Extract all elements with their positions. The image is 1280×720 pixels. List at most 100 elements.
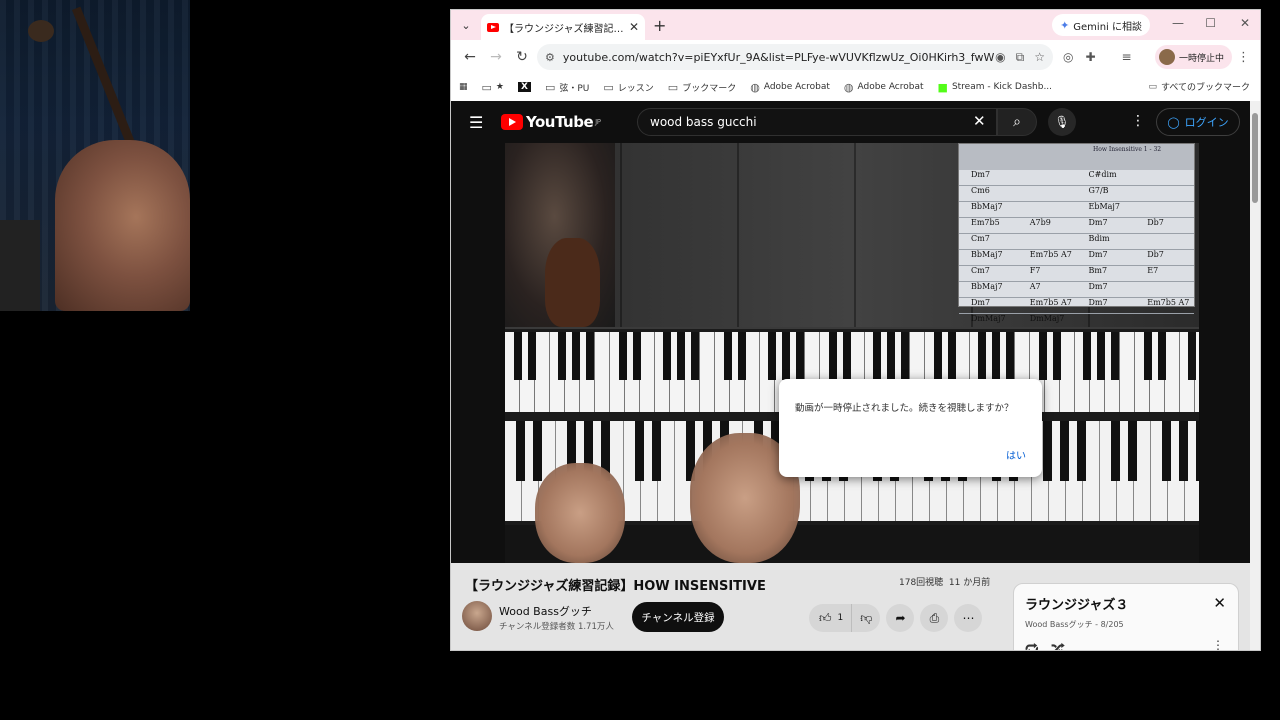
chord-cell: BbMaj7 <box>971 202 1003 211</box>
chord-cell: A7b9 <box>1029 218 1051 227</box>
close-tab-icon[interactable]: ✕ <box>629 20 639 34</box>
tab-search-button[interactable]: ⌄ <box>453 13 479 37</box>
folder-icon: ▭ <box>544 80 556 94</box>
chord-cell: Em7b5 A7 <box>1029 250 1072 259</box>
forward-button[interactable]: → <box>483 44 509 70</box>
playlist-owner[interactable]: Wood Bassグッチ <box>1025 620 1093 629</box>
playlist-panel: ラウンジジャズ３ Wood Bassグッチ - 8/205 ✕ 🔁︎ 🔀︎ ⋮ <box>1013 583 1239 650</box>
bookmark-x[interactable]: X <box>518 82 531 92</box>
minimize-icon[interactable]: — <box>1172 16 1184 30</box>
pianist-hands <box>525 433 805 563</box>
bassist-thumbnail <box>505 143 615 327</box>
youtube-logo[interactable]: YouTube JP <box>501 113 601 131</box>
chord-cell <box>1077 314 1136 329</box>
youtube-page: ☰ YouTube JP wood bass gucchi ✕ ⌕ 🎙 ⋮ ◯ ログ… <box>451 101 1251 650</box>
bookmark-label: レッスン <box>617 83 654 94</box>
extension-record-icon[interactable]: ◎ <box>1063 50 1073 64</box>
clear-search-icon[interactable]: ✕ <box>973 112 986 130</box>
browser-menu-icon[interactable]: ⋮ <box>1237 50 1250 65</box>
like-button[interactable]: 👍︎ 1 <box>809 604 852 632</box>
x-logo-icon: X <box>518 82 531 92</box>
playlist-more-icon[interactable]: ⋮ <box>1212 638 1224 650</box>
hamburger-menu-icon[interactable]: ☰ <box>469 113 483 132</box>
bookmark-lessons[interactable]: ▭ レッスン <box>603 81 653 94</box>
chord-cell <box>1135 282 1194 297</box>
chord-row: BbMaj7 EbMaj7 <box>959 202 1194 218</box>
bookmark-label: ★ <box>495 82 504 92</box>
close-playlist-icon[interactable]: ✕ <box>1213 594 1226 612</box>
chord-cell: Em7b5 A7 <box>1147 298 1190 307</box>
playlist-title[interactable]: ラウンジジャズ３ <box>1025 594 1128 613</box>
chord-cell <box>1018 234 1077 249</box>
google-lens-icon[interactable]: ◉ <box>995 50 1005 65</box>
dislike-button[interactable]: 👎︎ <box>851 604 881 632</box>
folder-icon: ▭ <box>667 80 679 94</box>
close-window-icon[interactable]: ✕ <box>1240 16 1250 30</box>
search-button[interactable]: ⌕ <box>997 108 1037 136</box>
address-bar[interactable]: ⚙ youtube.com/watch?v=piEYxfUr_9A&list=P… <box>537 44 1053 70</box>
bookmark-star-folder[interactable]: ▭ ★ <box>482 81 504 94</box>
maximize-icon[interactable]: ☐ <box>1205 16 1216 30</box>
new-tab-button[interactable]: + <box>653 16 666 35</box>
back-button[interactable]: ← <box>457 44 483 70</box>
mic-icon: 🎙 <box>1054 115 1070 129</box>
settings-more-icon[interactable]: ⋮ <box>1131 113 1145 129</box>
gemini-button[interactable]: ✦ Gemini に相談 <box>1052 14 1150 36</box>
media-controls-icon[interactable]: ≡ <box>1122 50 1132 64</box>
site-info-icon[interactable]: ⚙ <box>545 51 555 64</box>
account-icon: ◯ <box>1167 115 1180 129</box>
more-actions-button[interactable]: ⋯ <box>954 604 983 632</box>
channel-avatar[interactable] <box>462 601 492 631</box>
apps-grid-icon[interactable]: ▦ <box>459 82 468 92</box>
extensions-puzzle-icon[interactable]: ✚ <box>1085 50 1095 64</box>
chord-cell: Cm6 <box>971 186 990 195</box>
shuffle-icon[interactable]: 🔀︎ <box>1051 638 1065 650</box>
subscribe-button[interactable]: チャンネル登録 <box>632 602 724 632</box>
chord-row: Cm7 Bdim <box>959 234 1194 250</box>
save-button[interactable]: ⎙ <box>920 604 949 632</box>
chord-cell: A7 <box>1029 282 1041 291</box>
tab-strip: ⌄ 【ラウンジジャズ練習記録】HOW INSENSITIVE ✕ + ✦Gemi… <box>451 10 1260 40</box>
profile-paused-pill[interactable]: 一時停止中 <box>1155 45 1233 69</box>
search-input[interactable]: wood bass gucchi <box>637 108 997 136</box>
bookmark-adobe-1[interactable]: ◍ Adobe Acrobat <box>750 81 830 94</box>
channel-name[interactable]: Wood Bassグッチ <box>499 603 592 619</box>
chord-cell <box>1135 202 1194 217</box>
reload-button[interactable]: ↻ <box>509 44 535 70</box>
browser-window: ⌄ 【ラウンジジャズ練習記録】HOW INSENSITIVE ✕ + ✦Gemi… <box>450 9 1261 651</box>
chord-cell: Dm7 <box>1088 282 1108 291</box>
chord-cell: Db7 <box>1147 218 1164 227</box>
folder-icon: ▭ <box>481 80 492 94</box>
bookmark-strings-pu[interactable]: ▭ 弦・PU <box>545 81 589 94</box>
share-button[interactable]: ➦ <box>886 604 915 632</box>
bookmark-bookmarks[interactable]: ▭ ブックマーク <box>668 81 736 94</box>
tab-active[interactable]: 【ラウンジジャズ練習記録】HOW INSENSITIVE ✕ <box>481 14 645 40</box>
voice-search-button[interactable]: 🎙 <box>1048 108 1076 136</box>
scrollbar-thumb[interactable] <box>1252 113 1258 203</box>
page-scrollbar[interactable] <box>1250 101 1260 650</box>
youtube-header: ☰ YouTube JP wood bass gucchi ✕ ⌕ 🎙 ⋮ ◯ ログ… <box>451 101 1251 143</box>
chord-row: DmMaj7 DmMaj7 <box>959 314 1194 330</box>
tab-title: 【ラウンジジャズ練習記録】HOW INSENSITIVE <box>504 23 625 35</box>
globe-icon: ◍ <box>843 80 854 94</box>
chord-row: BbMaj7 Em7b5 A7 Dm7 Db7 <box>959 250 1194 266</box>
continue-watching-button[interactable]: はい <box>1006 447 1026 462</box>
profile-avatar <box>1159 49 1175 65</box>
chord-cell: Em7b5 A7 <box>1029 298 1072 307</box>
loop-icon[interactable]: 🔁︎ <box>1025 638 1039 650</box>
video-player[interactable]: How Insensitive 1 - 32 Dm7 C#dim Cm6 G7/B Bb… <box>505 143 1199 563</box>
bookmark-adobe-2[interactable]: ◍ Adobe Acrobat <box>844 81 924 94</box>
bookmark-star-icon[interactable]: ☆ <box>1034 50 1045 65</box>
all-bookmarks[interactable]: ▭ すべてのブックマーク <box>1148 80 1250 94</box>
youtube-favicon-icon <box>487 22 499 32</box>
bookmark-kick-stream[interactable]: ■ Stream - Kick Dashb... <box>938 81 1053 94</box>
url-text[interactable]: youtube.com/watch?v=piEYxfUr_9A&list=PLF… <box>563 51 995 64</box>
black-keys <box>505 332 1199 380</box>
chord-cell <box>1018 170 1077 185</box>
chord-cell: Cm7 <box>971 234 990 243</box>
chord-row: Dm7 Em7b5 A7 Dm7 Em7b5 A7 <box>959 298 1194 314</box>
video-info: 【ラウンジジャズ練習記録】HOW INSENSITIVE 178回視聴 11 か… <box>451 563 1251 650</box>
playlist-subtitle: Wood Bassグッチ - 8/205 <box>1025 620 1124 629</box>
install-app-icon[interactable]: ⧉ <box>1016 50 1025 65</box>
login-button[interactable]: ◯ ログイン <box>1156 108 1240 136</box>
